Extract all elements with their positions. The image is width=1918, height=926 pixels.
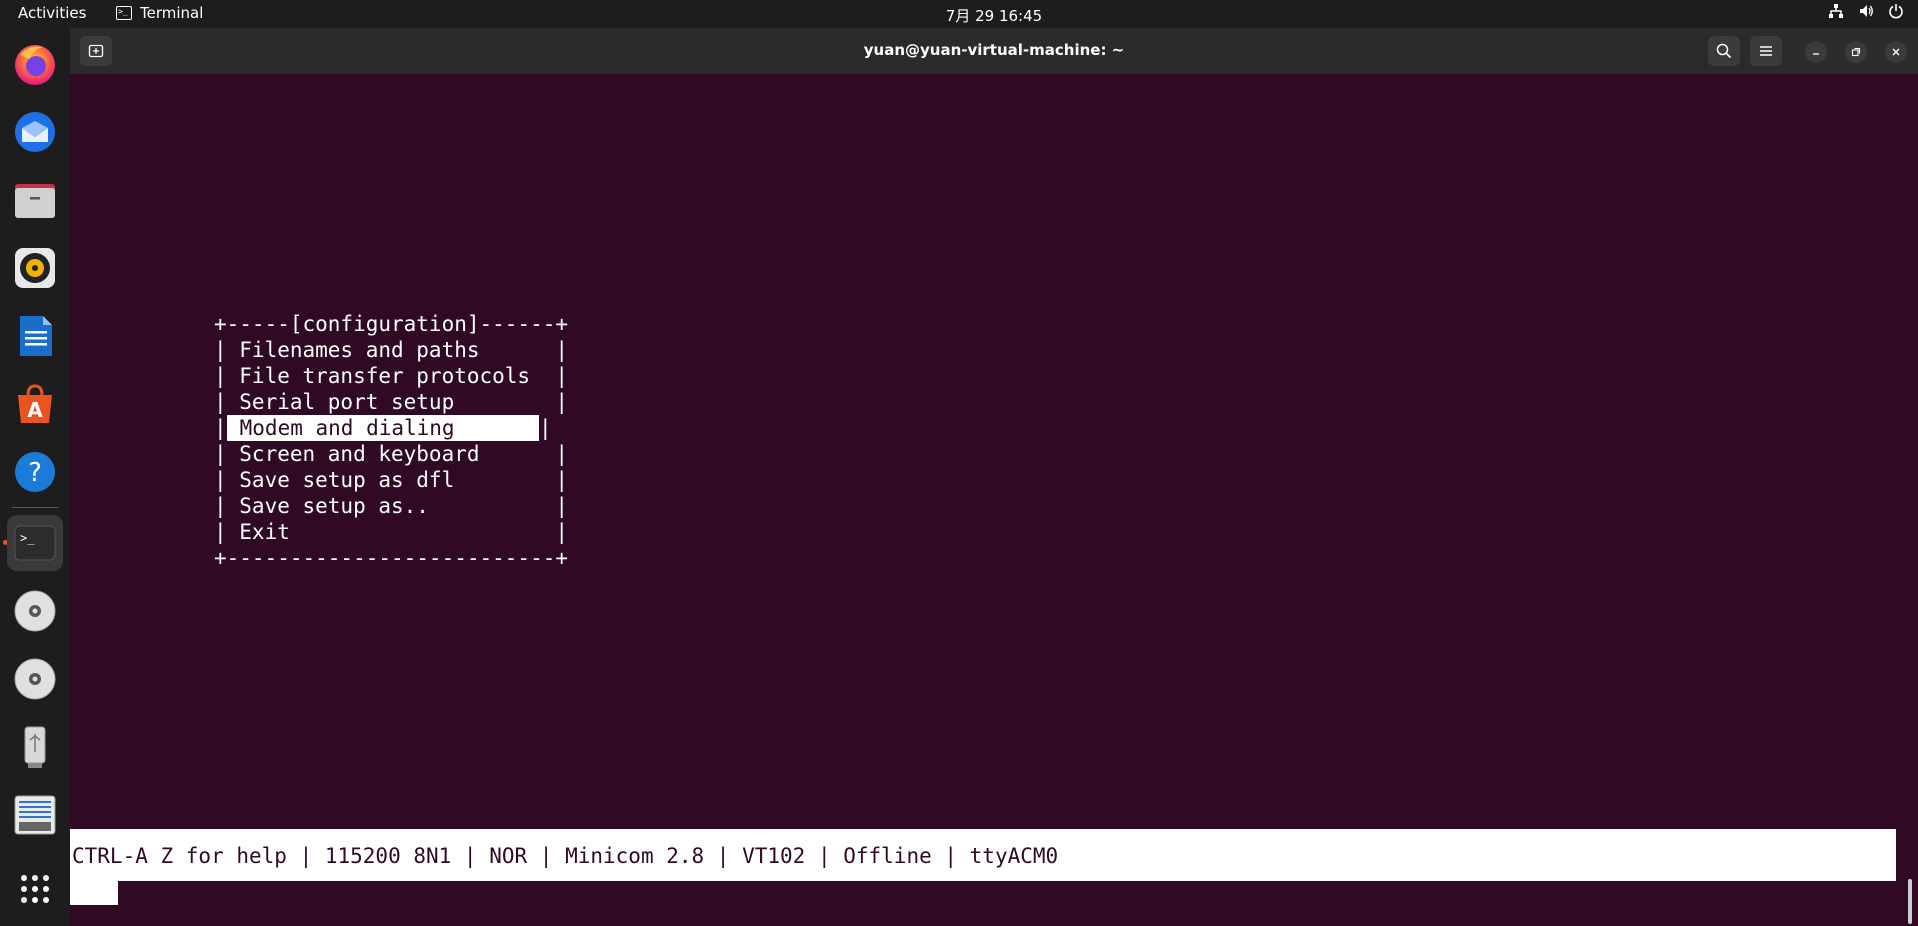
svg-text:>_: >_ <box>20 531 35 545</box>
menu-item-exit[interactable]: | Exit | <box>214 519 568 545</box>
window-title: yuan@yuan-virtual-machine: ~ <box>863 41 1125 59</box>
dock-rhythmbox[interactable] <box>7 240 63 296</box>
dock-terminal[interactable]: >_ <box>7 515 63 571</box>
writer-icon <box>20 316 52 356</box>
terminal-cursor <box>70 881 118 905</box>
terminal-small-icon: >_ <box>116 6 132 20</box>
dock-separator <box>12 507 58 508</box>
hamburger-icon <box>1760 46 1772 56</box>
close-button[interactable] <box>1885 41 1907 63</box>
thunderbird-icon <box>15 112 55 152</box>
restore-icon <box>1851 47 1861 57</box>
rhythmbox-icon <box>15 248 55 288</box>
menu-item-serial-port[interactable]: | Serial port setup | <box>214 389 568 415</box>
svg-text:?: ? <box>28 458 42 488</box>
power-icon[interactable] <box>1888 3 1904 19</box>
clock[interactable]: 7月 29 16:45 <box>900 5 1088 26</box>
menu-bottom-border: +--------------------------+ <box>214 546 569 570</box>
svg-text:A: A <box>27 398 43 422</box>
dock-writer[interactable] <box>7 308 63 364</box>
disc-icon <box>14 658 56 700</box>
menu-item-save-as[interactable]: | Save setup as.. | <box>214 493 568 519</box>
menu-item-modem[interactable]: Modem and dialing <box>227 415 455 441</box>
document-icon <box>14 795 56 835</box>
search-button[interactable] <box>1708 36 1740 66</box>
menu-button[interactable] <box>1750 36 1782 66</box>
files-icon <box>15 184 55 218</box>
menu-right-border: | <box>539 416 552 440</box>
new-tab-icon <box>88 44 104 58</box>
dock: A ? >_ <box>0 28 70 926</box>
terminal-icon: >_ <box>14 525 56 561</box>
menu-item-save-dfl[interactable]: | Save setup as dfl | <box>214 467 568 493</box>
search-icon <box>1716 43 1732 59</box>
grid-icon <box>21 875 49 903</box>
dock-app-center[interactable]: A <box>7 376 63 432</box>
menu-left-border: | <box>214 416 227 440</box>
window-header: yuan@yuan-virtual-machine: ~ <box>70 28 1918 74</box>
app-menu-label: Terminal <box>140 4 204 22</box>
system-tray[interactable] <box>1828 3 1904 19</box>
minimize-icon <box>1813 53 1819 55</box>
dock-help[interactable]: ? <box>7 444 63 500</box>
restore-button[interactable] <box>1845 41 1867 63</box>
dock-show-apps[interactable] <box>7 861 63 917</box>
firefox-icon <box>15 45 55 85</box>
dock-disc-1[interactable] <box>7 583 63 639</box>
terminal-view[interactable]: +-----[configuration]------+ | Filenames… <box>70 74 1918 926</box>
dock-thunderbird[interactable] <box>7 104 63 160</box>
app-center-icon: A <box>18 384 52 423</box>
menu-item-filenames[interactable]: | Filenames and paths | <box>214 337 568 363</box>
help-icon: ? <box>15 452 55 492</box>
menu-item-screen-keyboard[interactable]: | Screen and keyboard | <box>214 441 568 467</box>
dock-files[interactable] <box>7 172 63 228</box>
close-icon <box>1892 48 1900 56</box>
minicom-status-bar: CTRL-A Z for help | 115200 8N1 | NOR | M… <box>70 829 1896 881</box>
dock-disc-2[interactable] <box>7 651 63 707</box>
activities-button[interactable]: Activities <box>18 4 86 22</box>
new-tab-button[interactable] <box>80 36 112 66</box>
dock-usb[interactable] <box>7 719 63 775</box>
network-icon[interactable] <box>1828 3 1844 19</box>
scrollbar[interactable] <box>1908 879 1912 924</box>
usb-icon <box>24 726 46 768</box>
menu-top-border: +-----[configuration]------+ <box>214 312 569 336</box>
disc-icon <box>14 590 56 632</box>
menu-item-file-transfer[interactable]: | File transfer protocols | <box>214 363 568 389</box>
top-bar: Activities >_ Terminal 7月 29 16:45 <box>0 0 1918 28</box>
app-menu-terminal[interactable]: >_ Terminal <box>116 4 203 22</box>
dock-firefox[interactable] <box>7 36 63 92</box>
minimize-button[interactable] <box>1805 41 1827 63</box>
volume-icon[interactable] <box>1858 3 1874 19</box>
dock-text-editor[interactable] <box>7 787 63 843</box>
